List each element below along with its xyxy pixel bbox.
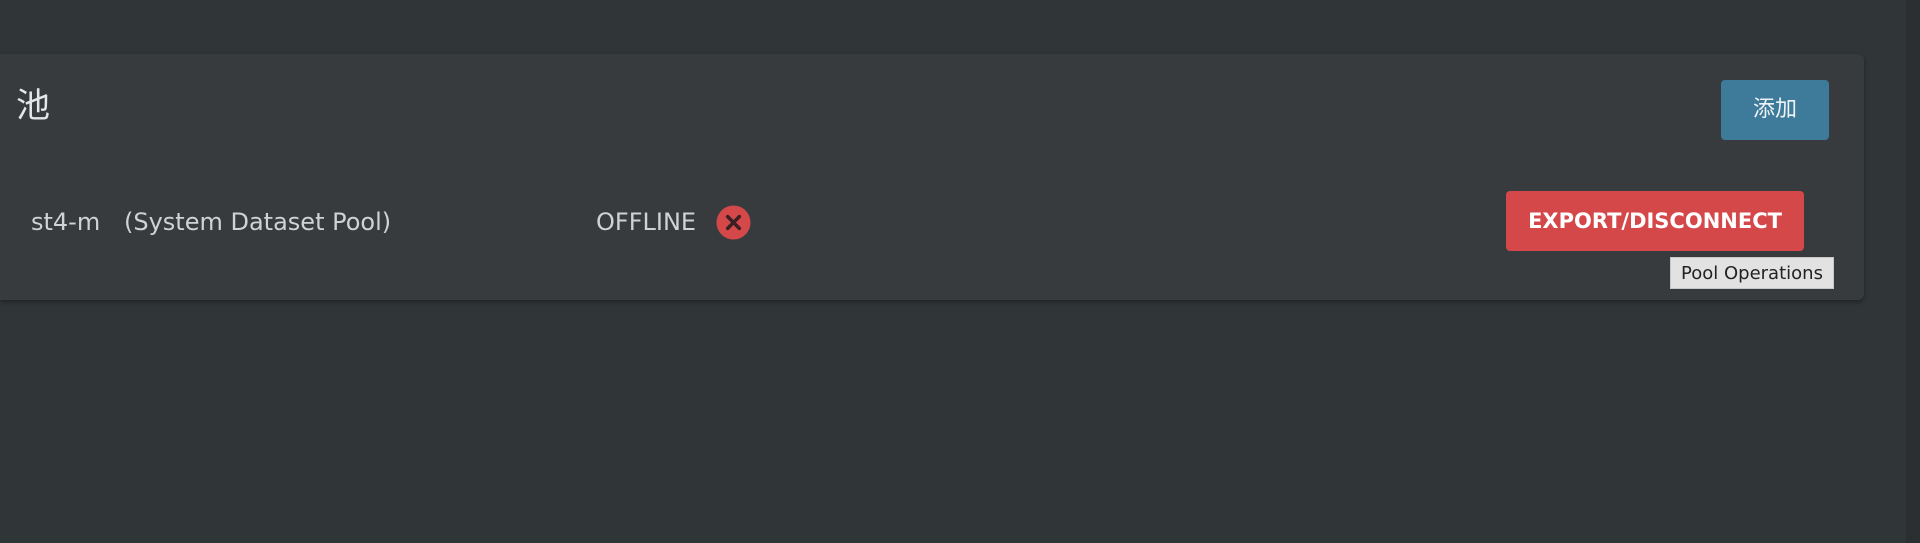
- pools-card-title: 池: [16, 86, 50, 126]
- add-pool-button[interactable]: 添加: [1721, 80, 1829, 140]
- pool-name: st4-m: [31, 208, 101, 236]
- pools-card: [0, 54, 1864, 300]
- pool-description: (System Dataset Pool): [124, 208, 392, 236]
- export-disconnect-button[interactable]: EXPORT/DISCONNECT: [1506, 191, 1804, 251]
- pool-operations-tooltip: Pool Operations: [1670, 257, 1834, 289]
- pool-status-text: OFFLINE: [596, 208, 697, 236]
- page-scrollbar-track[interactable]: [1906, 0, 1920, 543]
- close-circle-icon: [716, 205, 751, 240]
